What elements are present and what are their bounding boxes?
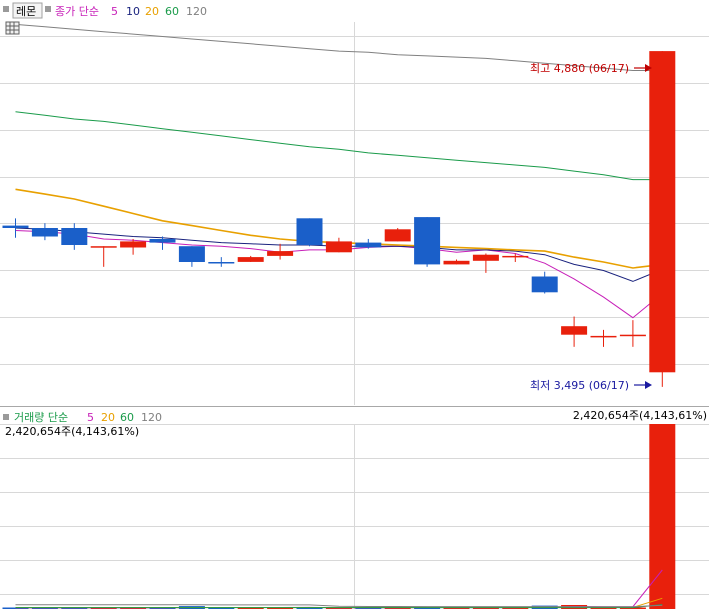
candle-body <box>208 262 235 264</box>
candle-body <box>90 246 117 248</box>
candle-body <box>296 218 323 245</box>
stock-chart: 레몬 종가 단순 5 10 20 60 120 최고 4,880 (06/17)… <box>0 0 709 609</box>
ma-type-label: 종가 단순 <box>55 5 99 18</box>
candle-body <box>619 334 646 337</box>
candle-body <box>561 326 588 335</box>
vol-ma-period-120[interactable]: 120 <box>141 411 162 424</box>
vol-ma-period-5[interactable]: 5 <box>87 411 94 424</box>
candle-body <box>590 335 617 338</box>
candle-body <box>649 51 676 373</box>
vol-ma-period-20[interactable]: 20 <box>101 411 115 424</box>
candle-body <box>120 241 147 248</box>
candle-body <box>414 217 441 265</box>
ma-period-120[interactable]: 120 <box>186 5 207 18</box>
volume-bars <box>2 424 676 609</box>
candle-body <box>355 242 382 248</box>
candle-body <box>2 225 29 228</box>
stock-name: 레몬 <box>16 5 36 18</box>
volume-header-square-icon <box>3 414 9 420</box>
low-price-label: 최저 3,495 (06/17) <box>530 379 629 392</box>
volume-moving-averages <box>15 569 663 609</box>
high-price-label: 최고 4,880 (06/17) <box>530 62 629 75</box>
candle-body <box>149 239 176 243</box>
ma-period-10[interactable]: 10 <box>126 5 140 18</box>
volume-max-label-right: 2,420,654주(4,143,61%) <box>573 409 707 422</box>
candle-body <box>472 254 499 261</box>
data-table-icon[interactable] <box>5 21 20 35</box>
candle-body <box>237 257 264 262</box>
candle-body <box>325 241 352 253</box>
volume-ma-5-line <box>15 569 663 609</box>
price-panel <box>0 0 709 405</box>
candle-body <box>267 251 294 256</box>
candle-body <box>31 228 58 237</box>
candle-body <box>531 276 558 293</box>
price-header-square-icon <box>3 6 9 12</box>
candle-body <box>502 255 529 258</box>
volume-panel <box>0 424 709 609</box>
candle-body <box>443 260 470 265</box>
volume-max-label-left: 2,420,654주(4,143,61%) <box>5 425 139 438</box>
candle-body <box>61 228 88 245</box>
vol-ma-period-60[interactable]: 60 <box>120 411 134 424</box>
volume-gridlines <box>0 424 709 609</box>
volume-title: 거래량 단순 <box>14 411 68 424</box>
ma-period-60[interactable]: 60 <box>165 5 179 18</box>
ma-header-square-icon <box>45 6 51 12</box>
ma-period-20[interactable]: 20 <box>145 5 159 18</box>
candle-body <box>178 246 205 262</box>
ma-period-5[interactable]: 5 <box>111 5 118 18</box>
candle-body <box>384 229 411 242</box>
